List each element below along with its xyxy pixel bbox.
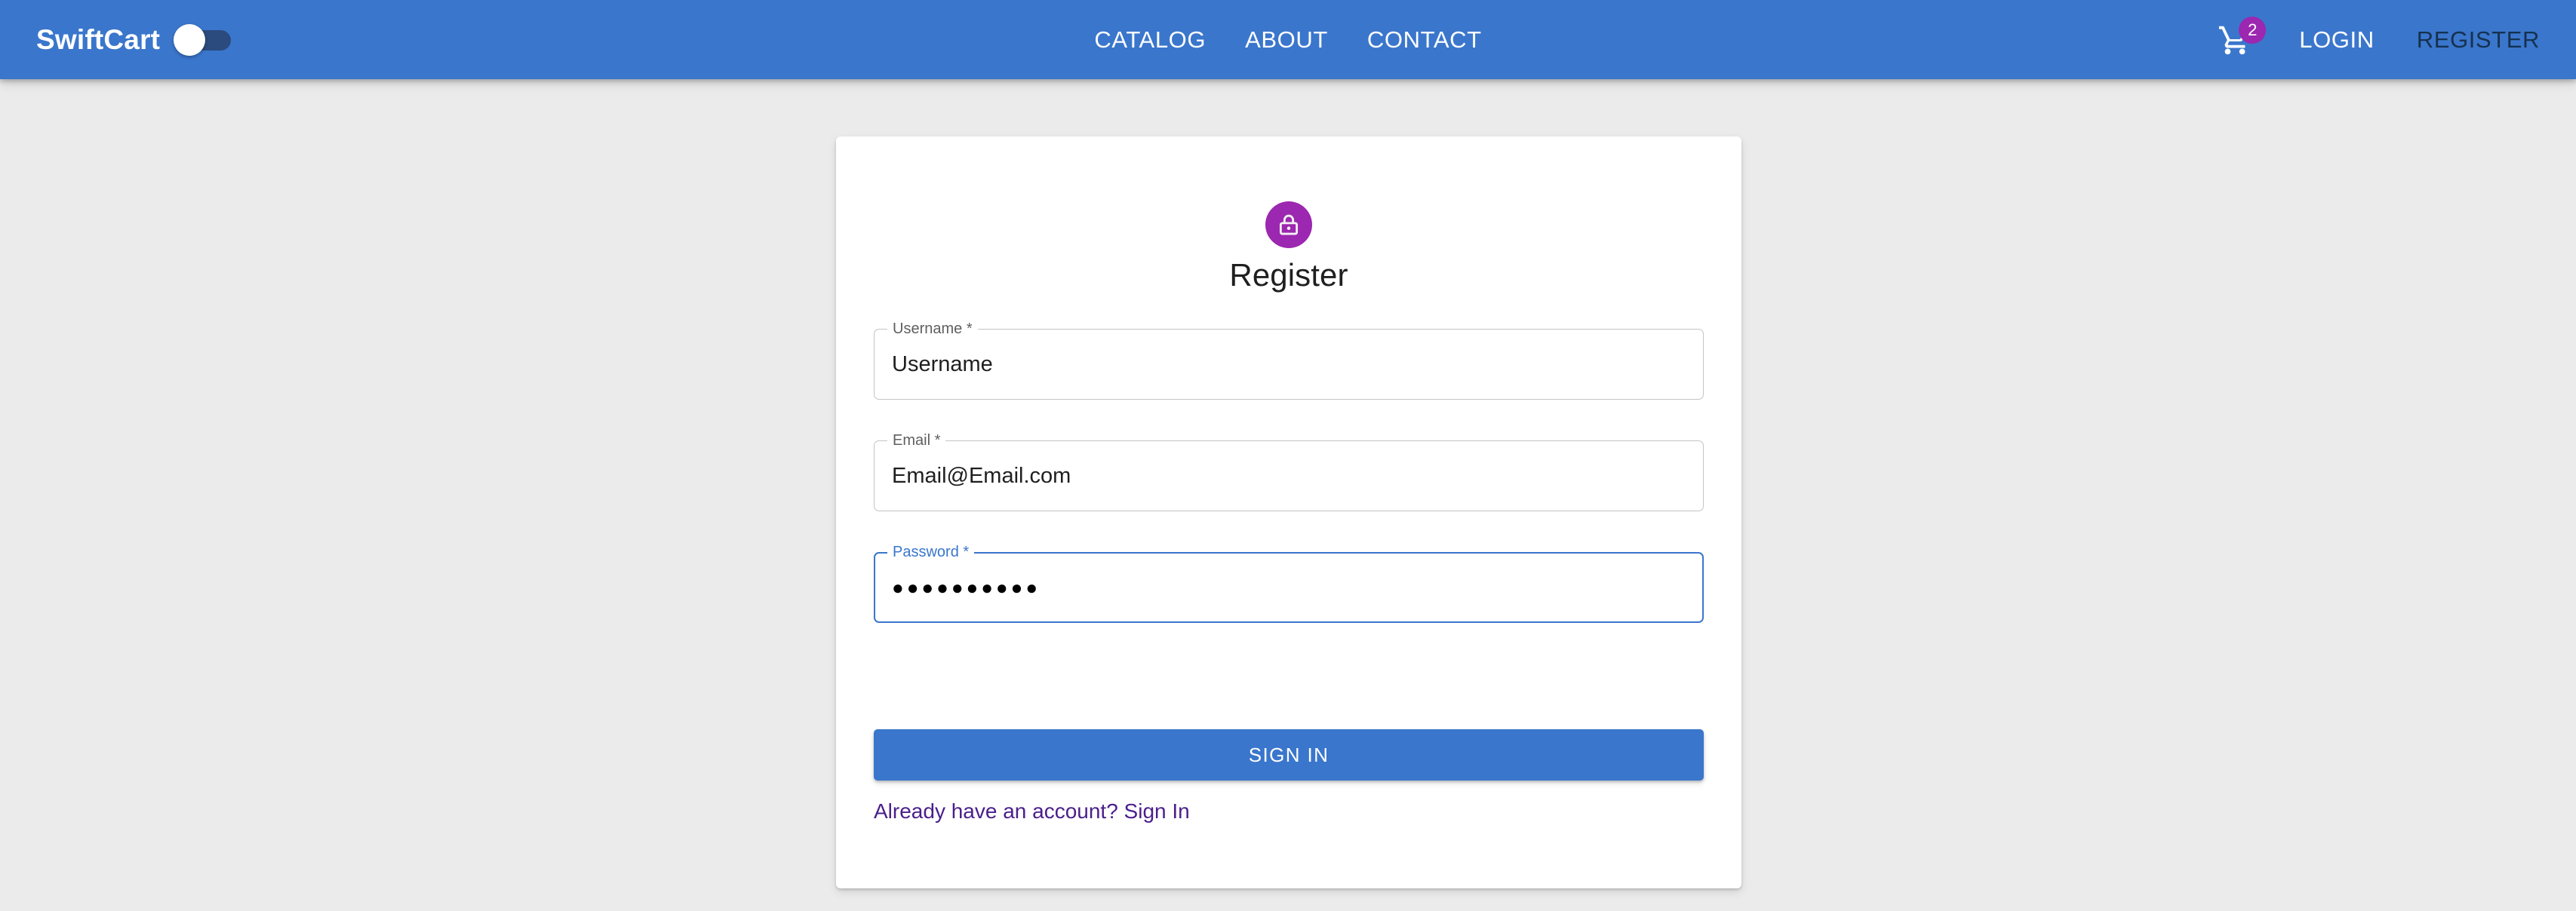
already-have-account-link[interactable]: Already have an account? Sign In	[874, 799, 1190, 824]
nav-link-login[interactable]: LOGIN	[2299, 26, 2374, 54]
email-field-value[interactable]: Email@Email.com	[892, 440, 1071, 511]
nav-link-contact[interactable]: CONTACT	[1367, 26, 1482, 54]
theme-toggle-switch[interactable]	[174, 23, 232, 56]
brand-title: SwiftCart	[36, 23, 161, 55]
main-navigation: CATALOG ABOUT CONTACT	[0, 0, 2576, 79]
cart-badge: 2	[2239, 16, 2267, 44]
lock-icon	[1265, 201, 1312, 248]
register-card: Register Username * Username Email * Ema…	[836, 136, 1741, 888]
account-navigation: 2 LOGIN REGISTER	[2213, 0, 2540, 79]
nav-link-catalog[interactable]: CATALOG	[1094, 26, 1206, 54]
email-field[interactable]: Email * Email@Email.com	[874, 431, 1704, 511]
password-field[interactable]: Password * ●●●●●●●●●●	[874, 543, 1704, 623]
password-field-value[interactable]: ●●●●●●●●●●	[892, 552, 1041, 623]
brand-block: SwiftCart	[36, 0, 232, 79]
sign-in-button[interactable]: SIGN IN	[874, 729, 1704, 781]
username-field-outline	[874, 329, 1704, 400]
username-field[interactable]: Username * Username	[874, 320, 1704, 400]
username-field-value[interactable]: Username	[892, 329, 993, 400]
cart-button[interactable]: 2	[2213, 16, 2267, 62]
nav-link-about[interactable]: ABOUT	[1245, 26, 1328, 54]
nav-link-register[interactable]: REGISTER	[2417, 26, 2540, 54]
top-app-bar: SwiftCart CATALOG ABOUT CONTACT 2 LOGIN …	[0, 0, 2576, 79]
page-title: Register	[1229, 257, 1348, 293]
toggle-knob	[174, 23, 206, 56]
